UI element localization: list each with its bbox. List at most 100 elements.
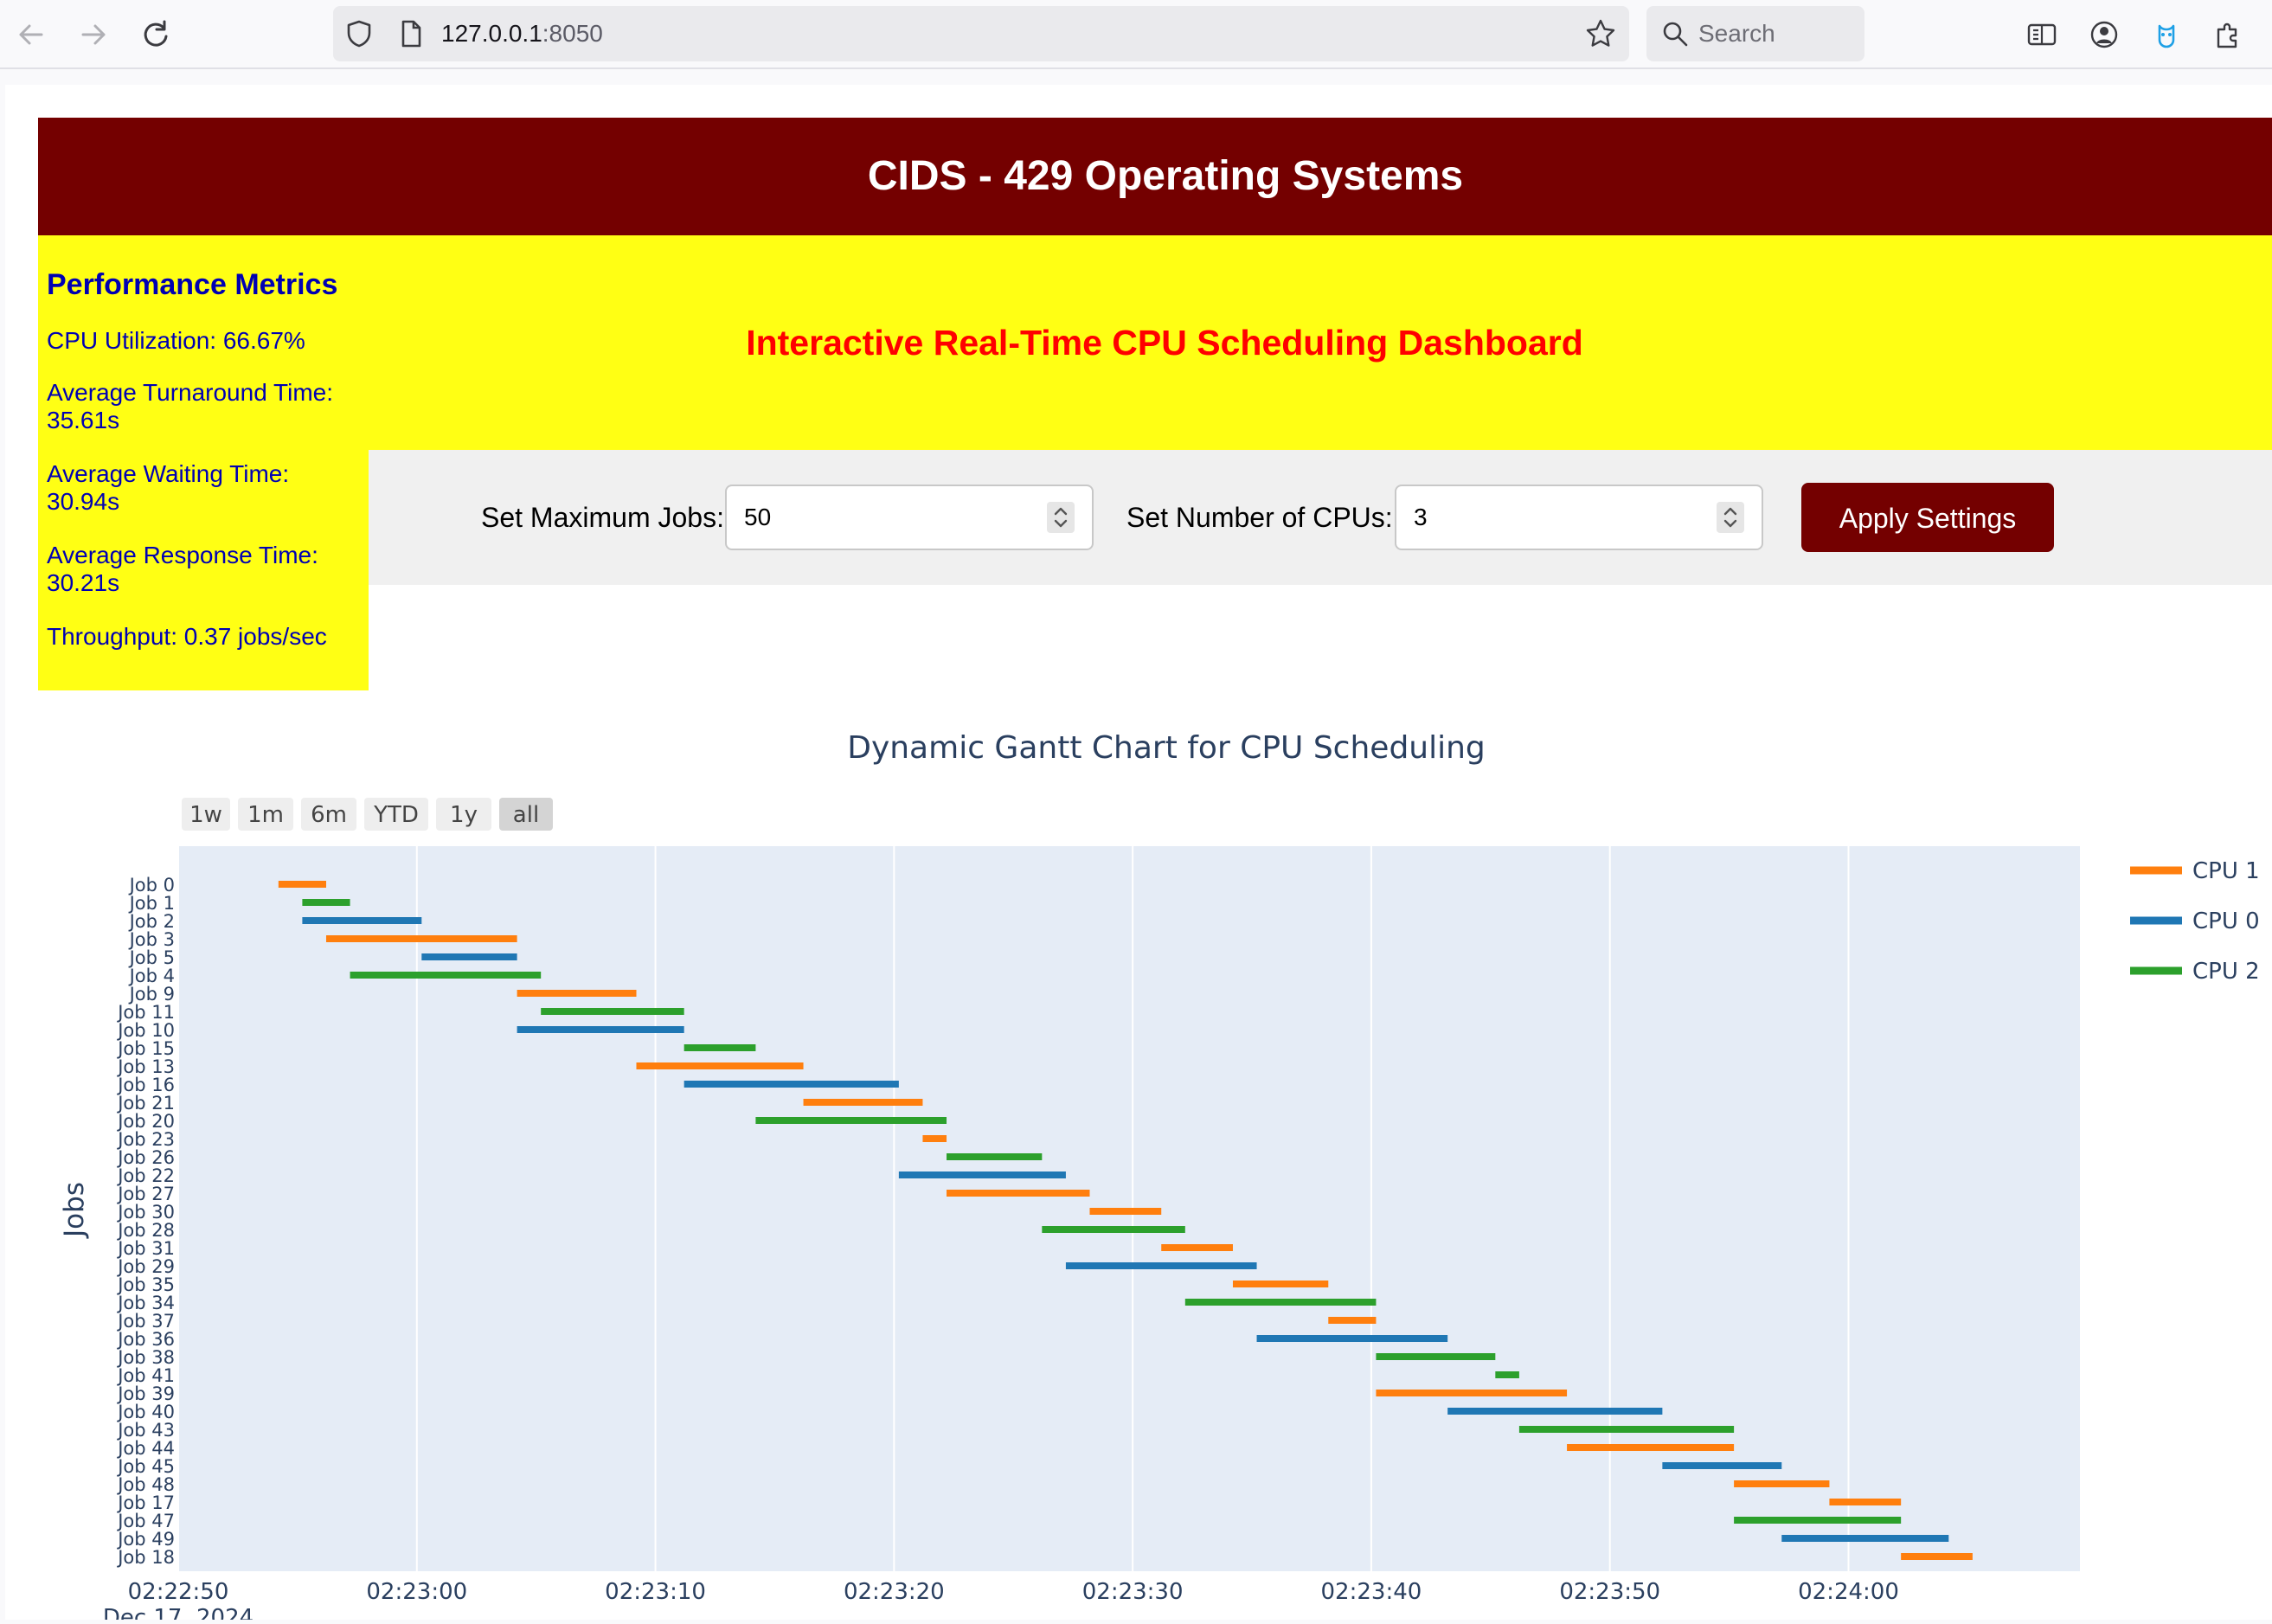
- max-jobs-input[interactable]: 50: [725, 485, 1094, 550]
- gantt-bar[interactable]: [1662, 1462, 1782, 1469]
- avg-waiting-time: Average Waiting Time: 30.94s: [47, 460, 290, 515]
- reader-view-icon[interactable]: [2025, 17, 2059, 52]
- gantt-bar[interactable]: [803, 1099, 923, 1106]
- gantt-bar[interactable]: [302, 917, 422, 924]
- gantt-bar[interactable]: [541, 1008, 684, 1015]
- gantt-bar[interactable]: [1042, 1226, 1185, 1233]
- gantt-bar[interactable]: [1901, 1553, 1973, 1560]
- x-tick-label: 02:23:30: [1082, 1579, 1184, 1605]
- max-jobs-spinner-icon[interactable]: [1047, 502, 1075, 533]
- browser-toolbar: 127.0.0.1:8050 Search: [0, 0, 2272, 69]
- address-bar[interactable]: 127.0.0.1:8050: [333, 6, 1629, 61]
- range-button-label: 6m: [311, 802, 347, 828]
- dashboard-subtitle: Interactive Real-Time CPU Scheduling Das…: [746, 323, 1583, 363]
- gantt-bar[interactable]: [1376, 1390, 1568, 1396]
- gantt-bar[interactable]: [1734, 1517, 1902, 1524]
- url-host: 127.0.0.1: [441, 20, 542, 47]
- chart-title: Dynamic Gantt Chart for CPU Scheduling: [847, 730, 1486, 766]
- page-content: CIDS - 429 Operating Systems Interactive…: [5, 85, 2272, 1624]
- range-button-label: 1y: [450, 802, 478, 828]
- gantt-bar[interactable]: [755, 1117, 947, 1124]
- legend-label[interactable]: CPU 0: [2192, 908, 2260, 934]
- x-date-label: Dec 17, 2024: [103, 1605, 254, 1620]
- y-axis-title: Jobs: [59, 1182, 90, 1239]
- page-title: CIDS - 429 Operating Systems: [867, 153, 1464, 199]
- x-tick-label: 02:23:40: [1321, 1579, 1422, 1605]
- metrics-heading: Performance Metrics: [47, 268, 338, 301]
- gantt-bar[interactable]: [684, 1081, 899, 1088]
- gantt-bar[interactable]: [1161, 1244, 1233, 1251]
- gantt-bar[interactable]: [1495, 1371, 1519, 1378]
- range-button-label: YTD: [373, 802, 419, 828]
- url-text[interactable]: 127.0.0.1:8050: [441, 6, 603, 61]
- back-arrow-icon[interactable]: [12, 16, 50, 54]
- y-tick-label: Job 18: [116, 1547, 175, 1568]
- extensions-puzzle-icon[interactable]: [2211, 17, 2246, 52]
- apply-settings-button[interactable]: Apply Settings: [1801, 483, 2054, 552]
- shield-icon[interactable]: [343, 18, 375, 49]
- range-button-label: 1w: [189, 802, 222, 828]
- gantt-bar[interactable]: [898, 1171, 1066, 1178]
- gantt-chart-container: Dynamic Gantt Chart for CPU Scheduling 1w…: [38, 690, 2272, 1624]
- range-button-label: all: [513, 802, 539, 828]
- gantt-bar[interactable]: [1781, 1535, 1949, 1542]
- max-jobs-value: 50: [744, 504, 772, 530]
- num-cpus-value: 3: [1414, 504, 1428, 530]
- gantt-bar[interactable]: [1328, 1317, 1377, 1324]
- x-tick-label: 02:23:10: [605, 1579, 706, 1605]
- gantt-bar[interactable]: [350, 972, 542, 979]
- gantt-bar[interactable]: [1567, 1444, 1735, 1451]
- x-tick-label: 02:23:50: [1559, 1579, 1660, 1605]
- x-tick-label: 02:23:00: [366, 1579, 467, 1605]
- cpu-utilization: CPU Utilization: 66.67%: [47, 327, 305, 354]
- forward-arrow-icon[interactable]: [74, 16, 112, 54]
- search-icon: [1663, 22, 1688, 47]
- search-placeholder: Search: [1698, 20, 1775, 47]
- gantt-bar[interactable]: [1376, 1353, 1496, 1360]
- gantt-bar[interactable]: [1829, 1499, 1902, 1505]
- gantt-bar[interactable]: [517, 1026, 684, 1033]
- max-jobs-label: Set Maximum Jobs:: [481, 502, 724, 533]
- gantt-bar[interactable]: [1089, 1208, 1162, 1215]
- gantt-bar[interactable]: [947, 1190, 1090, 1197]
- gantt-bar[interactable]: [1734, 1480, 1830, 1487]
- gantt-bar[interactable]: [421, 953, 517, 960]
- page-icon[interactable]: [395, 18, 427, 49]
- gantt-bar[interactable]: [1184, 1299, 1377, 1306]
- gantt-bar[interactable]: [947, 1153, 1043, 1160]
- x-tick-label: 02:24:00: [1798, 1579, 1899, 1605]
- gantt-bar[interactable]: [684, 1044, 756, 1051]
- reload-icon[interactable]: [137, 16, 175, 54]
- header-banner: CIDS - 429 Operating Systems: [38, 118, 2272, 235]
- gantt-bar[interactable]: [517, 990, 637, 997]
- gantt-bar[interactable]: [1065, 1262, 1257, 1269]
- gantt-bar[interactable]: [325, 935, 517, 942]
- settings-controls: Set Maximum Jobs: 50 Set Number of CPUs:…: [369, 450, 2272, 585]
- gantt-bar[interactable]: [1232, 1281, 1329, 1287]
- avg-turnaround-time: Average Turnaround Time: 35.61s: [47, 379, 334, 433]
- url-port: :8050: [542, 20, 603, 47]
- gantt-bar[interactable]: [278, 881, 326, 888]
- legend-label[interactable]: CPU 1: [2192, 858, 2260, 884]
- throughput: Throughput: 0.37 jobs/sec: [47, 623, 327, 650]
- gantt-bar[interactable]: [636, 1062, 804, 1069]
- gantt-bar[interactable]: [1256, 1335, 1448, 1342]
- gantt-chart[interactable]: Dynamic Gantt Chart for CPU Scheduling 1w…: [38, 690, 2272, 1624]
- legend-label[interactable]: CPU 2: [2192, 959, 2260, 985]
- gantt-bar[interactable]: [1447, 1408, 1663, 1415]
- search-box[interactable]: Search: [1646, 6, 1864, 61]
- range-button-label: 1m: [247, 802, 284, 828]
- extension-owl-icon[interactable]: [2149, 17, 2184, 52]
- num-cpus-label: Set Number of CPUs:: [1126, 502, 1393, 533]
- x-tick-label: 02:22:50: [128, 1579, 229, 1605]
- gantt-bar[interactable]: [1518, 1426, 1735, 1433]
- performance-metrics-panel: Performance Metrics CPU Utilization: 66.…: [38, 235, 369, 690]
- gantt-bar[interactable]: [922, 1135, 947, 1142]
- avg-response-time: Average Response Time: 30.21s: [47, 542, 318, 596]
- account-icon[interactable]: [2087, 17, 2121, 52]
- num-cpus-input[interactable]: 3: [1395, 485, 1763, 550]
- x-tick-label: 02:23:20: [844, 1579, 945, 1605]
- bookmark-star-icon[interactable]: [1584, 17, 1617, 50]
- num-cpus-spinner-icon[interactable]: [1717, 502, 1744, 533]
- gantt-bar[interactable]: [302, 899, 350, 906]
